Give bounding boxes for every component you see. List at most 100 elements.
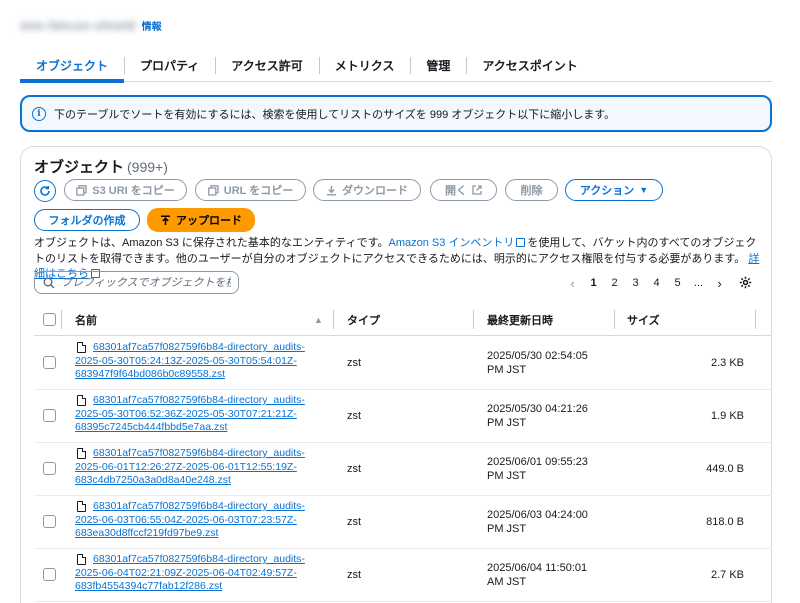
upload-icon: [160, 214, 171, 226]
objects-count: (999+): [127, 159, 168, 175]
page-4[interactable]: 4: [646, 277, 667, 289]
page-2[interactable]: 2: [604, 277, 625, 289]
object-size: 1.9 KB: [710, 410, 744, 422]
tab-objects[interactable]: オブジェクト: [20, 48, 125, 83]
object-size: 818.0 B: [706, 516, 744, 528]
object-modified-date: 2025/05/30 04:21:26: [487, 403, 588, 415]
copy-icon: [207, 184, 219, 196]
refresh-button[interactable]: [34, 180, 56, 202]
object-modified: 2025/06/01 09:55:23 PM JST: [487, 455, 597, 483]
sort-caret-icon[interactable]: ▲: [314, 303, 323, 336]
sort-info-alert: i 下のテーブルでソートを有効にするには、検索を使用してリストのサイズを 999…: [20, 95, 772, 132]
search-icon: [43, 277, 55, 289]
delete-label: 削除: [520, 185, 543, 197]
info-icon: i: [32, 106, 46, 121]
description-text-1: オブジェクトは、Amazon S3 に保存された基本的なエンティティです。: [34, 237, 389, 249]
row-checkbox[interactable]: [43, 568, 56, 581]
object-name-link[interactable]: 68301af7ca57f082759f6b84-directory_audit…: [75, 500, 327, 541]
object-modified-time: PM JST: [487, 364, 527, 376]
column-header-size[interactable]: サイズ: [627, 303, 660, 336]
column-divider: [755, 310, 756, 329]
page-ellipsis: ...: [693, 277, 704, 289]
refresh-icon: [39, 185, 51, 197]
select-all-checkbox[interactable]: [43, 313, 56, 326]
object-name-link[interactable]: 68301af7ca57f082759f6b84-directory_audit…: [75, 341, 327, 382]
tab-properties[interactable]: プロパティ: [124, 48, 215, 82]
tab-access-points[interactable]: アクセスポイント: [466, 48, 593, 82]
object-modified-date: 2025/06/03 04:24:00: [487, 509, 588, 521]
upload-button[interactable]: アップロード: [147, 208, 255, 232]
prev-page-icon[interactable]: ‹: [562, 276, 583, 291]
object-modified-date: 2025/06/04 11:50:01: [487, 562, 588, 574]
tab-permissions[interactable]: アクセス許可: [215, 48, 318, 82]
bucket-name: mm-falcon-shield: [20, 17, 136, 33]
object-modified: 2025/06/03 04:24:00 PM JST: [487, 508, 597, 536]
page-5[interactable]: 5: [667, 277, 688, 289]
create-folder-button[interactable]: フォルダの作成: [34, 209, 140, 231]
objects-title: オブジェクト (999+): [34, 156, 168, 177]
download-icon: [326, 185, 337, 196]
column-divider: [61, 310, 62, 329]
objects-title-text: オブジェクト: [34, 159, 125, 176]
settings-gear-icon[interactable]: [739, 276, 752, 292]
row-checkbox[interactable]: [43, 462, 56, 475]
object-modified: 2025/06/04 11:50:01 AM JST: [487, 561, 597, 589]
inventory-link[interactable]: Amazon S3 インベントリ: [389, 237, 515, 249]
external-link-icon: [516, 238, 526, 247]
copy-s3-uri-label: S3 URI をコピー: [92, 185, 175, 197]
delete-button[interactable]: 削除: [505, 179, 558, 201]
table-row[interactable]: 68301af7ca57f082759f6b84-directory_audit…: [34, 496, 772, 549]
select-all-checkbox-cell: [43, 303, 56, 336]
open-label: 開く: [445, 185, 467, 197]
copy-s3-uri-button[interactable]: S3 URI をコピー: [64, 179, 187, 201]
page-1[interactable]: 1: [583, 277, 604, 289]
table-row[interactable]: 68301af7ca57f082759f6b84-directory_audit…: [34, 549, 772, 602]
column-header-modified[interactable]: 最終更新日時: [487, 303, 553, 336]
column-divider: [614, 310, 615, 329]
actions-dropdown[interactable]: アクション ▼: [565, 179, 663, 201]
tab-metrics[interactable]: メトリクス: [318, 48, 411, 82]
object-modified-date: 2025/06/01 09:55:23: [487, 456, 588, 468]
object-modified-date: 2025/05/30 02:54:05: [487, 350, 588, 362]
table-row[interactable]: 68301af7ca57f082759f6b84-directory_audit…: [34, 337, 772, 390]
upload-label: アップロード: [176, 215, 242, 227]
object-type: zst: [347, 410, 362, 422]
row-checkbox[interactable]: [43, 515, 56, 528]
column-header-type[interactable]: タイプ: [347, 303, 380, 336]
row-checkbox[interactable]: [43, 356, 56, 369]
column-header-name[interactable]: 名前: [75, 303, 97, 336]
open-button[interactable]: 開く: [430, 179, 497, 201]
row-checkbox[interactable]: [43, 409, 56, 422]
create-folder-label: フォルダの作成: [48, 215, 126, 227]
object-modified: 2025/05/30 02:54:05 PM JST: [487, 349, 597, 377]
object-size: 2.3 KB: [710, 357, 744, 369]
object-name-link[interactable]: 68301af7ca57f082759f6b84-directory_audit…: [75, 553, 327, 594]
bucket-header: mm-falcon-shield 情報: [20, 14, 162, 36]
caret-down-icon: ▼: [639, 185, 649, 195]
table-row[interactable]: 68301af7ca57f082759f6b84-directory_audit…: [34, 390, 772, 443]
object-size: 2.7 KB: [710, 569, 744, 581]
object-modified-time: AM JST: [487, 576, 527, 588]
copy-url-button[interactable]: URL をコピー: [195, 179, 306, 201]
object-type: zst: [347, 569, 362, 581]
object-type: zst: [347, 516, 362, 528]
search-input[interactable]: [61, 276, 231, 289]
download-button[interactable]: ダウンロード: [313, 179, 421, 201]
next-page-icon[interactable]: ›: [709, 276, 730, 291]
object-name-link[interactable]: 68301af7ca57f082759f6b84-directory_audit…: [75, 447, 327, 488]
object-modified-time: PM JST: [487, 470, 527, 482]
object-name-link[interactable]: 68301af7ca57f082759f6b84-directory_audit…: [75, 394, 327, 435]
tab-management[interactable]: 管理: [410, 48, 466, 82]
alert-text: 下のテーブルでソートを有効にするには、検索を使用してリストのサイズを 999 オ…: [54, 108, 616, 121]
object-type: zst: [347, 463, 362, 475]
pagination: ‹ 1 2 3 4 5 ... ›: [562, 274, 730, 292]
table-header: 名前 ▲ タイプ 最終更新日時 サイズ: [34, 303, 772, 336]
object-size: 449.0 B: [706, 463, 744, 475]
bucket-tabs: オブジェクト プロパティ アクセス許可 メトリクス 管理 アクセスポイント: [20, 48, 772, 83]
page-3[interactable]: 3: [625, 277, 646, 289]
info-link[interactable]: 情報: [142, 18, 162, 33]
table-row[interactable]: 68301af7ca57f082759f6b84-directory_audit…: [34, 443, 772, 496]
object-modified: 2025/05/30 04:21:26 PM JST: [487, 402, 597, 430]
actions-label: アクション: [579, 185, 635, 197]
download-label: ダウンロード: [342, 185, 408, 197]
